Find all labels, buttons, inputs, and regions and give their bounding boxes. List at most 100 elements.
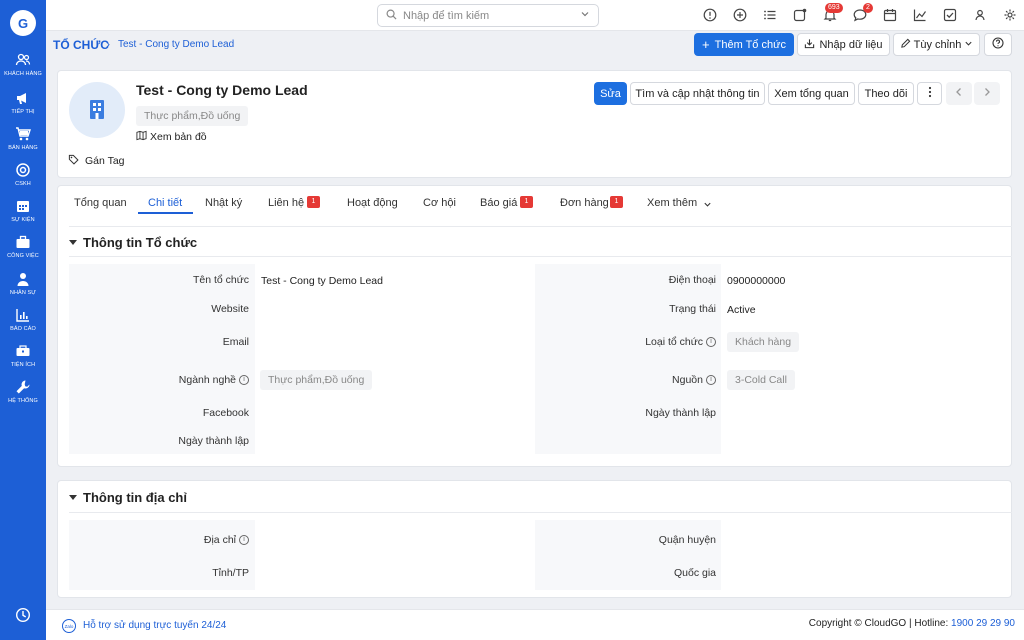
breadcrumb-current: Test - Cong ty Demo Lead bbox=[118, 39, 235, 50]
list-icon[interactable] bbox=[763, 8, 777, 22]
lifebuoy-icon bbox=[15, 162, 31, 178]
field-label-status: Trạng thái bbox=[535, 303, 716, 315]
chevron-left-icon bbox=[955, 87, 963, 100]
copyright: Copyright © CloudGO | Hotline: 1900 29 2… bbox=[808, 618, 1015, 629]
find-update-button[interactable]: Tìm và cập nhật thông tin bbox=[630, 82, 765, 105]
global-search[interactable]: Nhập để tìm kiếm bbox=[377, 4, 599, 27]
more-vertical-icon bbox=[928, 86, 932, 101]
field-label-org-type: Loại tổ chức i bbox=[535, 336, 716, 348]
help-button[interactable] bbox=[984, 33, 1012, 56]
field-label-industry: Ngành nghề i bbox=[69, 374, 249, 386]
support-link[interactable]: Hỗ trợ sử dụng trực tuyến 24/24 bbox=[83, 620, 226, 631]
info-icon[interactable]: i bbox=[239, 375, 249, 385]
quotes-count-badge: 1 bbox=[520, 196, 533, 208]
wrench-icon bbox=[15, 379, 31, 395]
tab-more[interactable]: Xem thêm bbox=[647, 197, 697, 209]
cart-icon bbox=[15, 126, 31, 142]
help-icon bbox=[992, 37, 1004, 52]
sidebar-item-hr[interactable]: Nhân sự bbox=[0, 271, 46, 296]
field-value-source[interactable]: 3-Cold Call bbox=[727, 370, 795, 390]
sidebar-item-tasks[interactable]: Công việc bbox=[0, 234, 46, 259]
address-left-label-column bbox=[69, 520, 255, 590]
sidebar-item-sales[interactable]: Bán hàng bbox=[0, 126, 46, 151]
view-map-link[interactable]: Xem bản đồ bbox=[136, 130, 207, 144]
field-label-source: Nguồn i bbox=[535, 374, 716, 386]
add-organization-button[interactable]: + Thêm Tổ chức bbox=[694, 33, 794, 56]
sidebar: G Khách hàng Tiếp thị Bán hàng CSKH Sự k… bbox=[0, 0, 46, 640]
info-icon[interactable]: i bbox=[706, 337, 716, 347]
divider bbox=[69, 512, 1012, 513]
follow-button[interactable]: Theo dõi bbox=[858, 82, 914, 105]
sidebar-item-events[interactable]: Sự kiện bbox=[0, 198, 46, 223]
tab-quotes[interactable]: Báo giá bbox=[480, 197, 517, 209]
sidebar-item-label: Nhân sự bbox=[9, 290, 37, 296]
field-label-org-name: Tên tổ chức bbox=[69, 274, 249, 286]
assign-tag-label: Gán Tag bbox=[85, 155, 125, 167]
label-text: Quốc gia bbox=[673, 567, 716, 579]
field-value-org-type[interactable]: Khách hàng bbox=[727, 332, 800, 352]
tab-orders[interactable]: Đơn hàng bbox=[560, 197, 609, 209]
sidebar-item-label: Công việc bbox=[7, 253, 39, 259]
next-record-button[interactable] bbox=[974, 82, 1000, 105]
edit-button[interactable]: Sửa bbox=[594, 82, 627, 105]
tab-log[interactable]: Nhật ký bbox=[205, 197, 242, 209]
line-chart-icon[interactable] bbox=[913, 8, 927, 22]
hotline-number[interactable]: 1900 29 29 90 bbox=[951, 618, 1015, 629]
add-circle-icon[interactable] bbox=[733, 8, 747, 22]
field-label-phone: Điện thoại bbox=[535, 274, 716, 286]
info-icon[interactable]: i bbox=[706, 375, 716, 385]
more-actions-button[interactable] bbox=[917, 82, 942, 105]
tab-details[interactable]: Chi tiết bbox=[148, 197, 182, 209]
org-right-label-column bbox=[535, 264, 721, 454]
chevron-right-icon: › bbox=[106, 37, 110, 51]
search-icon bbox=[386, 9, 397, 23]
tab-activities[interactable]: Hoạt động bbox=[347, 197, 398, 209]
org-section-toggle[interactable]: Thông tin Tổ chức bbox=[69, 235, 197, 250]
label-text: Tên tổ chức bbox=[192, 274, 249, 286]
tab-contacts[interactable]: Liên hệ bbox=[268, 197, 304, 209]
search-input[interactable]: Nhập để tìm kiếm bbox=[403, 10, 580, 22]
label-text: Nguồn bbox=[672, 374, 703, 386]
label-text: Ngày thành lập bbox=[645, 407, 716, 419]
checkbox-icon[interactable] bbox=[943, 8, 957, 22]
breadcrumb-root[interactable]: TỔ CHỨC bbox=[53, 38, 109, 52]
sidebar-item-customers[interactable]: Khách hàng bbox=[0, 52, 46, 77]
building-icon bbox=[87, 98, 107, 123]
assign-tag-link[interactable]: Gán Tag bbox=[68, 154, 125, 168]
contacts-count-badge: 1 bbox=[307, 196, 320, 208]
customize-label: Tùy chỉnh bbox=[913, 38, 962, 51]
clock-icon[interactable] bbox=[15, 607, 31, 623]
field-label-address: Địa chỉ i bbox=[69, 534, 249, 546]
label-text: Website bbox=[211, 303, 249, 315]
previous-record-button[interactable] bbox=[946, 82, 972, 105]
hotline-label: Hotline: bbox=[914, 618, 949, 629]
customize-button[interactable]: Tùy chỉnh bbox=[893, 33, 980, 56]
tab-overview[interactable]: Tổng quan bbox=[74, 197, 127, 209]
alert-icon[interactable] bbox=[703, 8, 717, 22]
overview-button[interactable]: Xem tổng quan bbox=[768, 82, 855, 105]
address-section-toggle[interactable]: Thông tin địa chỉ bbox=[69, 490, 187, 505]
sidebar-item-utilities[interactable]: Tiện ích bbox=[0, 343, 46, 368]
industry-chip: Thực phẩm,Đồ uống bbox=[136, 106, 249, 126]
settings-icon[interactable] bbox=[1003, 8, 1017, 22]
zalo-icon[interactable]: Zalo bbox=[62, 619, 76, 633]
field-label-country: Quốc gia bbox=[535, 567, 716, 579]
tasks-icon[interactable] bbox=[793, 8, 807, 22]
sidebar-item-reports[interactable]: Báo cáo bbox=[0, 307, 46, 332]
tab-opportunities[interactable]: Cơ hội bbox=[423, 197, 456, 209]
field-value-org-name[interactable]: Test - Cong ty Demo Lead bbox=[261, 275, 383, 287]
sidebar-item-marketing[interactable]: Tiếp thị bbox=[0, 90, 46, 115]
chevron-right-icon bbox=[983, 87, 991, 100]
calendar-icon[interactable] bbox=[883, 8, 897, 22]
field-value-phone[interactable]: 0900000000 bbox=[727, 275, 785, 287]
field-value-status[interactable]: Active bbox=[727, 304, 756, 316]
sidebar-item-system[interactable]: Hệ thống bbox=[0, 379, 46, 404]
info-icon[interactable]: i bbox=[239, 535, 249, 545]
field-value-industry[interactable]: Thực phẩm,Đồ uống bbox=[260, 370, 373, 390]
map-icon bbox=[136, 130, 147, 144]
sidebar-item-cskh[interactable]: CSKH bbox=[0, 162, 46, 187]
import-data-button[interactable]: Nhập dữ liệu bbox=[797, 33, 890, 56]
user-icon[interactable] bbox=[973, 8, 987, 22]
cloudgo-logo[interactable]: G bbox=[10, 10, 36, 36]
tag-icon bbox=[68, 154, 79, 168]
